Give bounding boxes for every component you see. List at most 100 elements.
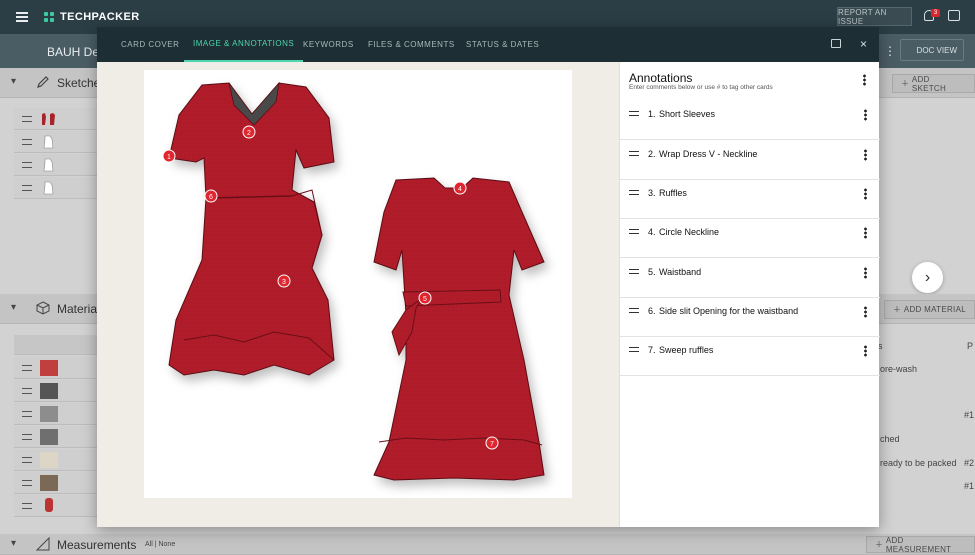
- add-measurement-button[interactable]: ＋ ADD MEASUREMENT: [866, 535, 975, 554]
- drag-handle-icon[interactable]: [22, 388, 32, 394]
- annotation-text[interactable]: Wrap Dress V - Neckline: [659, 149, 757, 159]
- drag-handle-icon[interactable]: [22, 434, 32, 440]
- dress-sketch-image[interactable]: 1 2 3 4 5 6 7: [144, 70, 572, 498]
- annotation-item[interactable]: 3. Ruffles: [620, 180, 880, 219]
- drag-handle-icon[interactable]: [629, 111, 639, 116]
- chevron-down-icon[interactable]: ▾: [11, 302, 16, 313]
- annotation-item[interactable]: 1. Short Sleeves: [620, 101, 880, 140]
- drag-handle-icon[interactable]: [22, 139, 32, 145]
- drag-handle-icon[interactable]: [22, 503, 32, 509]
- tab-status-dates[interactable]: STATUS & DATES: [466, 27, 539, 62]
- kebab-icon[interactable]: [864, 306, 867, 318]
- material-row[interactable]: [14, 472, 104, 494]
- add-measurement-label: ADD MEASUREMENT: [885, 535, 952, 554]
- material-thumbnail[interactable]: [40, 475, 58, 491]
- drag-handle-icon[interactable]: [22, 162, 32, 168]
- sketch-thumbnail[interactable]: [40, 134, 58, 150]
- report-issue-button[interactable]: REPORT AN ISSUE: [837, 7, 912, 26]
- tab-image-annotations[interactable]: IMAGE & ANNOTATIONS: [184, 27, 304, 62]
- material-thumbnail[interactable]: [40, 360, 58, 376]
- chevron-down-icon[interactable]: ▾: [11, 538, 16, 549]
- kebab-icon[interactable]: [864, 345, 867, 357]
- marker-3[interactable]: 3: [277, 274, 291, 288]
- annotation-text[interactable]: Sweep ruffles: [659, 345, 713, 355]
- annotation-item[interactable]: 5. Waistband: [620, 259, 880, 298]
- drag-handle-icon[interactable]: [629, 151, 639, 156]
- sketch-thumbnail[interactable]: [40, 111, 58, 127]
- drag-handle-icon[interactable]: [22, 480, 32, 486]
- marker-1[interactable]: 1: [162, 149, 176, 163]
- material-row[interactable]: [14, 449, 104, 471]
- sketch-row[interactable]: [14, 177, 104, 199]
- material-row[interactable]: [14, 380, 104, 402]
- kebab-icon[interactable]: [863, 74, 866, 86]
- kebab-icon[interactable]: [864, 109, 867, 121]
- annotation-text[interactable]: Circle Neckline: [659, 227, 719, 237]
- tab-keywords[interactable]: KEYWORDS: [303, 27, 354, 62]
- add-sketch-button[interactable]: ＋ ADD SKETCH: [892, 74, 975, 93]
- annotation-image-canvas[interactable]: 1 2 3 4 5 6 7: [144, 70, 572, 498]
- material-row[interactable]: [14, 357, 104, 379]
- add-material-label: ADD MATERIAL: [903, 305, 966, 314]
- table-header-cell: P: [967, 341, 974, 351]
- annotation-item[interactable]: 6. Side slit Opening for the waistband: [620, 298, 880, 337]
- material-row[interactable]: [14, 495, 104, 517]
- brand-name: TECHPACKER: [60, 11, 140, 23]
- sketch-row[interactable]: [14, 154, 104, 176]
- sketch-row[interactable]: [14, 108, 104, 130]
- material-row[interactable]: [14, 403, 104, 425]
- marker-5[interactable]: 5: [418, 291, 432, 305]
- kebab-icon[interactable]: [864, 267, 867, 279]
- drag-handle-icon[interactable]: [22, 411, 32, 417]
- sketch-thumbnail[interactable]: [40, 157, 58, 173]
- doc-view-button[interactable]: DOC VIEW: [900, 39, 964, 61]
- kebab-icon[interactable]: [864, 227, 867, 239]
- sketches-label: Sketche: [57, 76, 101, 90]
- drag-handle-icon[interactable]: [22, 457, 32, 463]
- marker-label: 2: [247, 130, 251, 137]
- tab-card-cover[interactable]: CARD COVER: [121, 27, 179, 62]
- material-thumbnail[interactable]: [40, 452, 58, 468]
- measurements-label: Measurements: [57, 538, 137, 552]
- sketch-thumbnail[interactable]: [40, 180, 58, 196]
- drag-handle-icon[interactable]: [22, 365, 32, 371]
- kebab-icon[interactable]: [864, 149, 867, 161]
- material-thumbnail[interactable]: [40, 498, 58, 514]
- marker-6[interactable]: 6: [204, 189, 218, 203]
- more-icon[interactable]: ⋮: [884, 44, 896, 58]
- drag-handle-icon[interactable]: [629, 190, 639, 195]
- close-icon[interactable]: ×: [860, 37, 867, 51]
- annotation-item[interactable]: 2. Wrap Dress V - Neckline: [620, 141, 880, 180]
- drag-handle-icon[interactable]: [629, 347, 639, 352]
- menu-icon[interactable]: [16, 12, 28, 22]
- minimize-icon[interactable]: [831, 39, 841, 48]
- marker-7[interactable]: 7: [485, 436, 499, 450]
- material-thumbnail[interactable]: [40, 406, 58, 422]
- kebab-icon[interactable]: [864, 188, 867, 200]
- annotation-item[interactable]: 4. Circle Neckline: [620, 219, 880, 258]
- drag-handle-icon[interactable]: [22, 116, 32, 122]
- marker-label: 1: [167, 154, 171, 161]
- chat-icon[interactable]: [948, 10, 960, 21]
- material-thumbnail[interactable]: [40, 429, 58, 445]
- next-arrow-button[interactable]: ›: [912, 262, 943, 293]
- marker-2[interactable]: 2: [242, 125, 256, 139]
- annotation-text[interactable]: Side slit Opening for the waistband: [659, 306, 798, 316]
- drag-handle-icon[interactable]: [629, 308, 639, 313]
- sketch-row[interactable]: [14, 131, 104, 153]
- annotation-text[interactable]: Short Sleeves: [659, 109, 715, 119]
- material-row[interactable]: [14, 426, 104, 448]
- annotation-text[interactable]: Ruffles: [659, 188, 687, 198]
- drag-handle-icon[interactable]: [629, 229, 639, 234]
- annotation-item[interactable]: 7. Sweep ruffles: [620, 337, 880, 376]
- chevron-down-icon[interactable]: ▾: [11, 76, 16, 87]
- annotation-text[interactable]: Waistband: [659, 267, 701, 277]
- material-thumbnail[interactable]: [40, 383, 58, 399]
- add-material-button[interactable]: ＋ ADD MATERIAL: [884, 300, 975, 319]
- drag-handle-icon[interactable]: [22, 185, 32, 191]
- marker-4[interactable]: 4: [453, 181, 467, 195]
- table-cell: ched: [880, 434, 900, 444]
- measurements-filter[interactable]: All | None: [145, 541, 175, 548]
- tab-files-comments[interactable]: FILES & COMMENTS: [368, 27, 455, 62]
- drag-handle-icon[interactable]: [629, 269, 639, 274]
